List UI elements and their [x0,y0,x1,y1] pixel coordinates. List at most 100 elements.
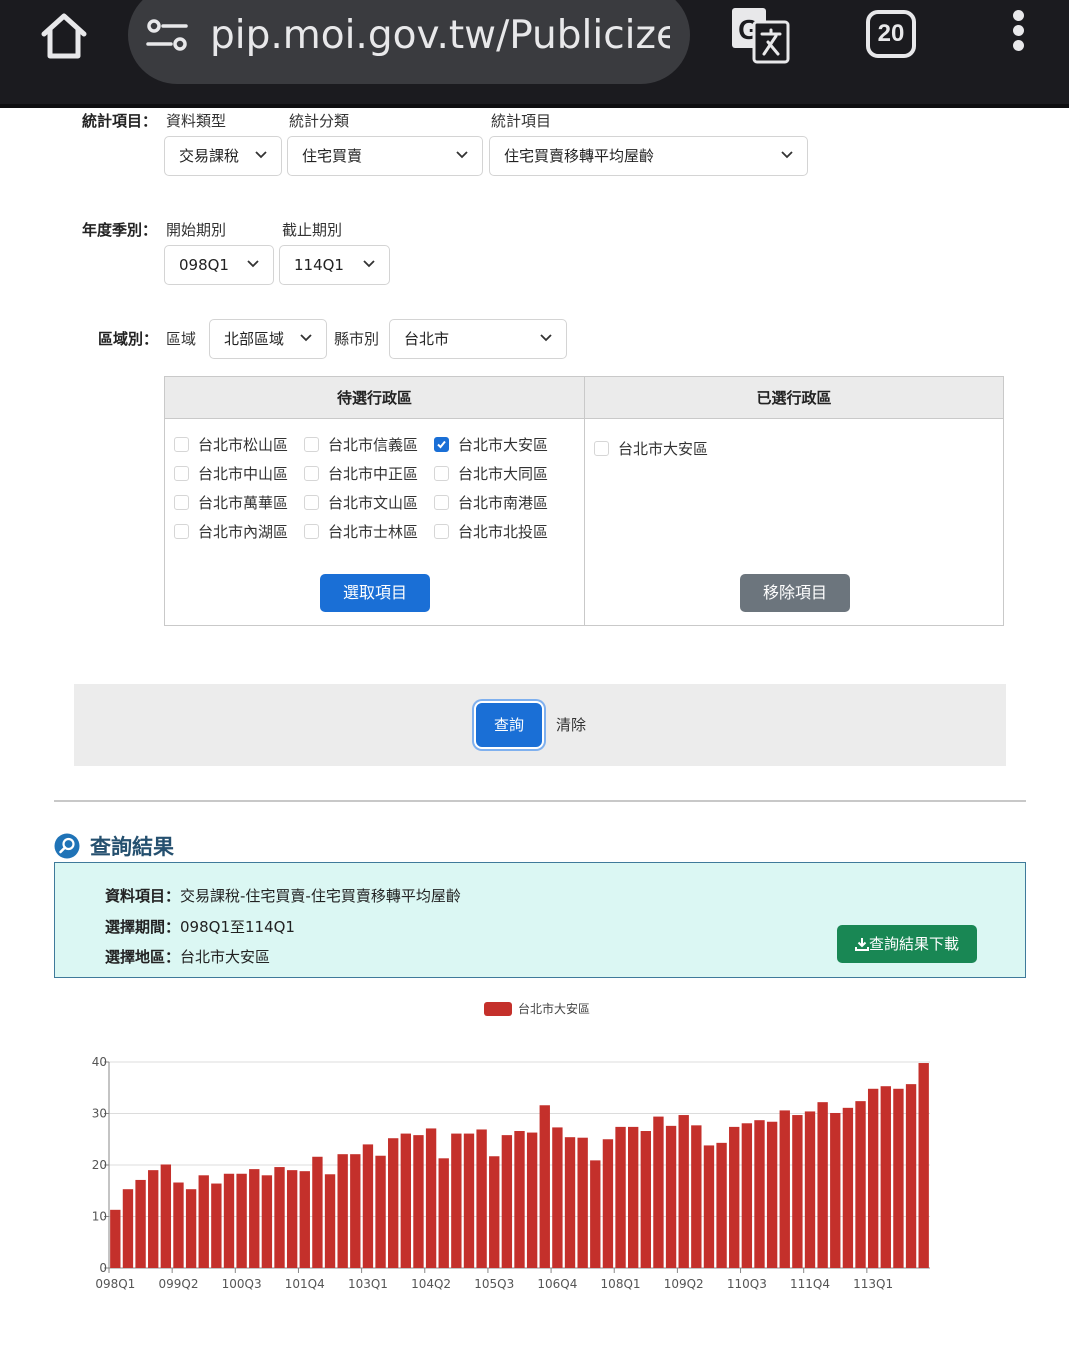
bar-109Q4 [703,1145,715,1268]
tab-switcher-icon[interactable]: 20 [866,10,916,58]
bar-098Q3 [135,1179,146,1268]
home-icon[interactable] [36,8,92,64]
bar-106Q3 [539,1105,550,1268]
city-select[interactable]: 台北市 [389,319,567,359]
start-period-select[interactable]: 098Q1 [164,245,274,285]
checkbox[interactable] [174,524,189,539]
result-data-item-value: 交易課稅-住宅買賣-住宅買賣移轉平均屋齡 [180,887,461,905]
translate-icon[interactable]: G [730,6,790,64]
stat-item-value: 住宅買賣移轉平均屋齡 [504,147,655,165]
selected-districts-title: 已選行政區 [585,377,1003,419]
data-type-label: 資料類型 [166,112,227,130]
select-districts-button[interactable]: 選取項目 [320,574,430,612]
download-icon [854,938,869,951]
bar-113Q2 [880,1086,891,1268]
x-tick-label: 104Q2 [411,1277,451,1291]
url-text[interactable]: pip.moi.gov.tw/Publicize [210,8,670,64]
bar-106Q4 [552,1127,563,1268]
bar-103Q3 [388,1138,399,1268]
section-divider [54,800,1026,802]
result-period: 選擇期間：098Q1至114Q1 [105,916,295,938]
checkbox[interactable] [174,495,189,510]
x-tick-label: 103Q1 [348,1277,388,1291]
pending-districts: 待選行政區 台北市松山區 台北市信義區 台北市大安區 台北市中山區 台北市中正區 台北市大… [165,377,585,625]
site-settings-icon[interactable] [146,16,188,54]
legend-label: 台北市大安區 [518,1001,590,1016]
bar-111Q1 [766,1121,778,1268]
download-results-button[interactable]: 查詢結果下載 [837,925,977,963]
category-label: 統計分類 [289,112,350,130]
bar-105Q3 [489,1156,500,1268]
bar-112Q1 [817,1102,828,1268]
bar-109Q3 [691,1125,702,1268]
bar-099Q1 [160,1164,172,1268]
checkbox[interactable] [434,495,449,510]
result-region-value: 台北市大安區 [180,948,271,966]
bar-112Q3 [842,1107,854,1268]
checkbox[interactable] [434,524,449,539]
end-period-value: 114Q1 [294,256,344,274]
bar-104Q2 [425,1128,437,1268]
search-results-icon [54,833,80,859]
checkbox-checked[interactable] [434,437,449,452]
x-tick-label: 106Q4 [537,1277,577,1291]
browser-toolbar: pip.moi.gov.tw/Publicize G 20 [0,0,1069,108]
checkbox[interactable] [304,466,319,481]
query-button[interactable]: 查詢 [476,703,542,747]
bar-113Q4 [905,1084,917,1268]
area-label: 區域 [166,330,197,348]
y-tick-label: 30 [92,1107,107,1121]
checkbox[interactable] [174,466,189,481]
y-tick-label: 0 [99,1261,107,1275]
checkbox[interactable] [174,437,189,452]
checkbox[interactable] [304,437,319,452]
district-name: 台北市松山區 [198,436,289,454]
checkbox[interactable] [434,466,449,481]
chevron-down-icon [781,151,793,159]
period-label: 年度季別： [82,221,158,239]
bar-109Q2 [678,1115,689,1268]
bar-114Q1 [918,1063,929,1268]
clear-button[interactable]: 清除 [556,714,586,736]
bar-104Q1 [413,1135,424,1268]
bar-101Q1 [261,1175,273,1268]
bar-100Q4 [249,1169,260,1268]
data-type-select[interactable]: 交易課稅 [164,136,282,176]
bar-106Q2 [526,1132,538,1268]
checkbox[interactable] [594,441,609,456]
result-data-item: 資料項目：交易課稅-住宅買賣-住宅買賣移轉平均屋齡 [105,885,461,907]
district-name: 台北市中正區 [328,465,419,483]
chevron-down-icon [247,260,259,268]
bar-112Q2 [830,1112,841,1268]
stat-item-select[interactable]: 住宅買賣移轉平均屋齡 [489,136,808,176]
remove-districts-button[interactable]: 移除項目 [740,574,850,612]
city-label: 縣市別 [334,330,380,348]
end-period-label: 截止期別 [282,221,343,239]
more-menu-icon[interactable] [1006,10,1030,58]
bar-110Q2 [729,1126,740,1268]
x-tick-label: 109Q2 [664,1277,704,1291]
bar-101Q3 [286,1170,298,1268]
checkbox[interactable] [304,524,319,539]
bar-105Q1 [463,1133,475,1268]
result-region: 選擇地區：台北市大安區 [105,946,270,968]
bar-111Q3 [792,1115,803,1268]
region-label: 區域別： [98,330,159,348]
x-tick-label: 098Q1 [95,1277,135,1291]
chevron-down-icon [255,151,267,159]
bar-104Q3 [438,1158,449,1268]
x-tick-label: 099Q2 [158,1277,198,1291]
bar-103Q1 [362,1144,374,1268]
legend-swatch [484,1002,512,1016]
bar-110Q4 [754,1120,765,1268]
category-select[interactable]: 住宅買賣 [287,136,483,176]
checkbox[interactable] [304,495,319,510]
bar-101Q4 [299,1171,310,1268]
chevron-down-icon [363,260,375,268]
bar-107Q2 [577,1137,588,1268]
chevron-down-icon [456,151,468,159]
district-name: 台北市中山區 [198,465,289,483]
end-period-select[interactable]: 114Q1 [279,245,390,285]
x-tick-label: 105Q3 [474,1277,514,1291]
area-select[interactable]: 北部區域 [209,319,327,359]
